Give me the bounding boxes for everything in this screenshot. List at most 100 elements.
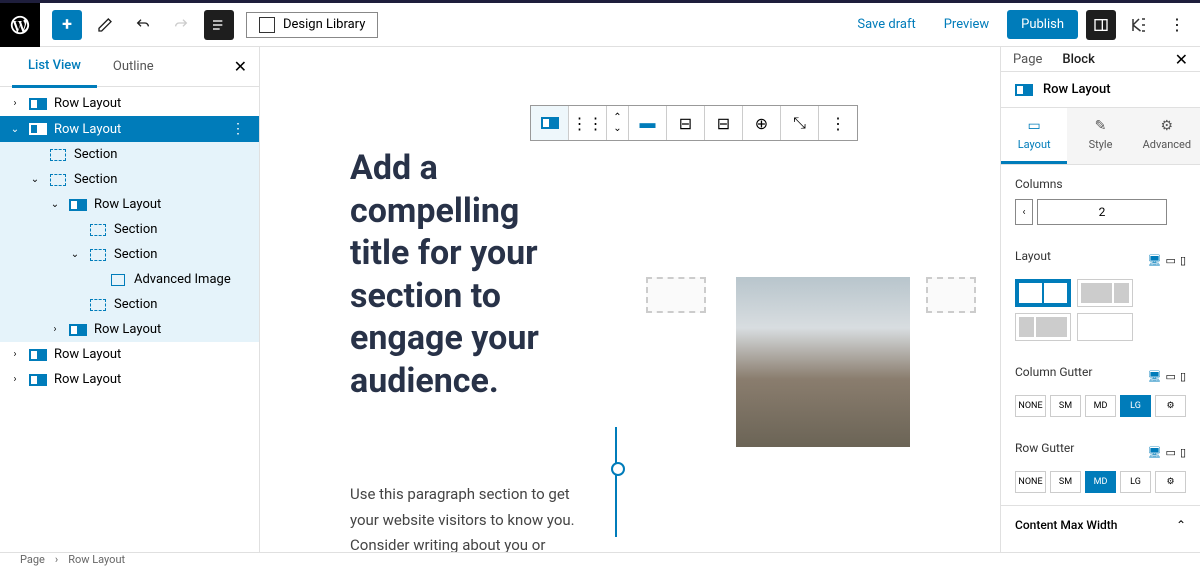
row-gutter-label: Row Gutter — [1015, 441, 1074, 455]
tree-toggle-icon[interactable]: › — [8, 98, 22, 109]
tree-toggle-icon[interactable]: › — [48, 324, 62, 335]
section-icon — [48, 173, 68, 187]
chevron-up-icon[interactable]: ⌃ — [1176, 518, 1186, 532]
drag-handle-icon[interactable]: ⋮⋮ — [569, 106, 607, 140]
tree-toggle-icon[interactable]: ⌄ — [48, 199, 62, 210]
gutter-option-lg[interactable]: LG — [1120, 395, 1151, 417]
device-icons[interactable]: 🖥▭▯ — [1148, 254, 1186, 267]
redo-icon[interactable] — [166, 10, 196, 40]
gutter-option-lg[interactable]: LG — [1120, 471, 1151, 493]
tab-block[interactable]: Block — [1062, 52, 1094, 67]
block-toolbar: ⋮⋮ ⌃⌄ ▬ ⊟ ⊟ ⊕ ⤡ ⋮ — [530, 105, 858, 141]
tree-item[interactable]: ⌄Row Layout — [0, 192, 259, 217]
layout-option-right-wide[interactable] — [1015, 313, 1071, 341]
layout-option-left-wide[interactable] — [1077, 279, 1133, 307]
tree-item-label: Row Layout — [94, 322, 161, 337]
tree-toggle-icon[interactable]: ⌄ — [28, 174, 42, 185]
gutter-option-sm[interactable]: SM — [1050, 471, 1081, 493]
gutter-option-none[interactable]: NONE — [1015, 395, 1046, 417]
tree-item[interactable]: › Row Layout — [0, 317, 259, 342]
subtab-style[interactable]: ✎Style — [1067, 108, 1133, 164]
gutter-custom-icon[interactable]: ⚙ — [1155, 395, 1186, 417]
preview-button[interactable]: Preview — [934, 11, 999, 38]
tree-item-label: Row Layout — [54, 96, 121, 111]
editor-canvas: ⋮⋮ ⌃⌄ ▬ ⊟ ⊟ ⊕ ⤡ ⋮ Add a compelling title… — [260, 47, 1000, 552]
row-layout-icon — [28, 97, 48, 111]
add-block-button[interactable]: + — [52, 10, 82, 40]
tree-item-label: Row Layout — [54, 122, 121, 137]
close-icon[interactable]: ✕ — [234, 57, 247, 76]
options-icon[interactable]: ⋮ — [225, 121, 251, 137]
advanced-image[interactable] — [736, 277, 910, 447]
tab-outline[interactable]: Outline — [97, 47, 170, 86]
section-icon — [48, 148, 68, 162]
tree-toggle-icon[interactable]: › — [8, 374, 22, 385]
tree-item[interactable]: Advanced Image — [0, 267, 259, 292]
layout-option-equal[interactable] — [1015, 279, 1071, 307]
image-icon — [108, 273, 128, 287]
close-icon[interactable]: ✕ — [1175, 50, 1188, 69]
align-top-icon[interactable]: ⊟ — [667, 106, 705, 140]
gutter-option-md[interactable]: MD — [1085, 395, 1116, 417]
block-inserter-handle[interactable] — [615, 427, 617, 537]
resize-icon[interactable]: ⤡ — [781, 106, 819, 140]
tree-item[interactable]: ⌄ Row Layout ⋮ — [0, 116, 259, 142]
move-arrows[interactable]: ⌃⌄ — [607, 106, 629, 140]
kadence-icon[interactable] — [1124, 10, 1154, 40]
list-view-panel: List View Outline ✕ ›Row Layout⌄Row Layo… — [0, 47, 260, 552]
align-mid-icon[interactable]: ⊟ — [705, 106, 743, 140]
tree-item-label: Row Layout — [54, 372, 121, 387]
tree-toggle-icon[interactable]: › — [8, 349, 22, 360]
align-full-icon[interactable]: ▬ — [629, 106, 667, 140]
gutter-option-md[interactable]: MD — [1085, 471, 1116, 493]
section-paragraph[interactable]: Use this paragraph section to get your w… — [350, 482, 576, 552]
breadcrumb-block[interactable]: Row Layout — [68, 553, 125, 566]
layout-label: Layout — [1015, 249, 1051, 263]
edit-icon[interactable] — [90, 10, 120, 40]
undo-icon[interactable] — [128, 10, 158, 40]
block-options-icon[interactable]: ⋮ — [819, 106, 857, 140]
subtab-advanced[interactable]: ⚙Advanced — [1134, 108, 1200, 164]
section-icon — [88, 223, 108, 237]
device-icons[interactable]: 🖥▭▯ — [1148, 446, 1186, 459]
block-type-icon[interactable] — [531, 106, 569, 140]
tree-item[interactable]: ⌄ Section — [0, 242, 259, 267]
layout-icon: ▭ — [1028, 118, 1041, 134]
block-tree: ›Row Layout⌄Row Layout⋮Section⌄Section⌄R… — [0, 87, 259, 552]
wordpress-logo[interactable] — [0, 3, 40, 47]
tree-item[interactable]: Section — [0, 142, 259, 167]
publish-button[interactable]: Publish — [1007, 10, 1078, 39]
tab-list-view[interactable]: List View — [12, 46, 97, 88]
editor-header: + Design Library Save draft Preview Publ… — [0, 3, 1200, 47]
tree-item[interactable]: ⌄Section — [0, 167, 259, 192]
tree-toggle-icon[interactable]: ⌄ — [8, 124, 22, 135]
columns-input[interactable] — [1037, 199, 1167, 225]
section-heading[interactable]: Add a compelling title for your section … — [350, 147, 576, 402]
gutter-option-sm[interactable]: SM — [1050, 395, 1081, 417]
tree-item[interactable]: Section — [0, 217, 259, 242]
tree-toggle-icon[interactable]: ⌄ — [68, 249, 82, 260]
breadcrumb-page[interactable]: Page — [20, 553, 45, 566]
add-column-icon[interactable]: ⊕ — [743, 106, 781, 140]
sidebar-toggle-icon[interactable] — [1086, 10, 1116, 40]
tree-item[interactable]: Section — [0, 292, 259, 317]
options-icon[interactable]: ⋮ — [1162, 10, 1192, 40]
device-icons[interactable]: 🖥▭▯ — [1148, 370, 1186, 383]
breadcrumb: Page › Row Layout — [0, 552, 1200, 566]
design-library-button[interactable]: Design Library — [246, 12, 378, 38]
content-max-width-label[interactable]: Content Max Width — [1015, 518, 1117, 532]
subtab-layout[interactable]: ▭Layout — [1001, 108, 1067, 164]
layout-option-stacked[interactable] — [1077, 313, 1133, 341]
tree-item[interactable]: › Row Layout — [0, 367, 259, 392]
row-layout-icon — [68, 198, 88, 212]
tree-item-label: Section — [114, 247, 157, 262]
list-view-icon[interactable] — [204, 10, 234, 40]
tab-page[interactable]: Page — [1013, 52, 1042, 67]
gutter-option-none[interactable]: NONE — [1015, 471, 1046, 493]
tree-item-label: Row Layout — [54, 347, 121, 362]
tree-item[interactable]: › Row Layout — [0, 91, 259, 116]
save-draft-button[interactable]: Save draft — [847, 11, 925, 38]
gutter-custom-icon[interactable]: ⚙ — [1155, 471, 1186, 493]
decrement-icon[interactable]: ‹ — [1015, 199, 1033, 225]
tree-item[interactable]: › Row Layout — [0, 342, 259, 367]
